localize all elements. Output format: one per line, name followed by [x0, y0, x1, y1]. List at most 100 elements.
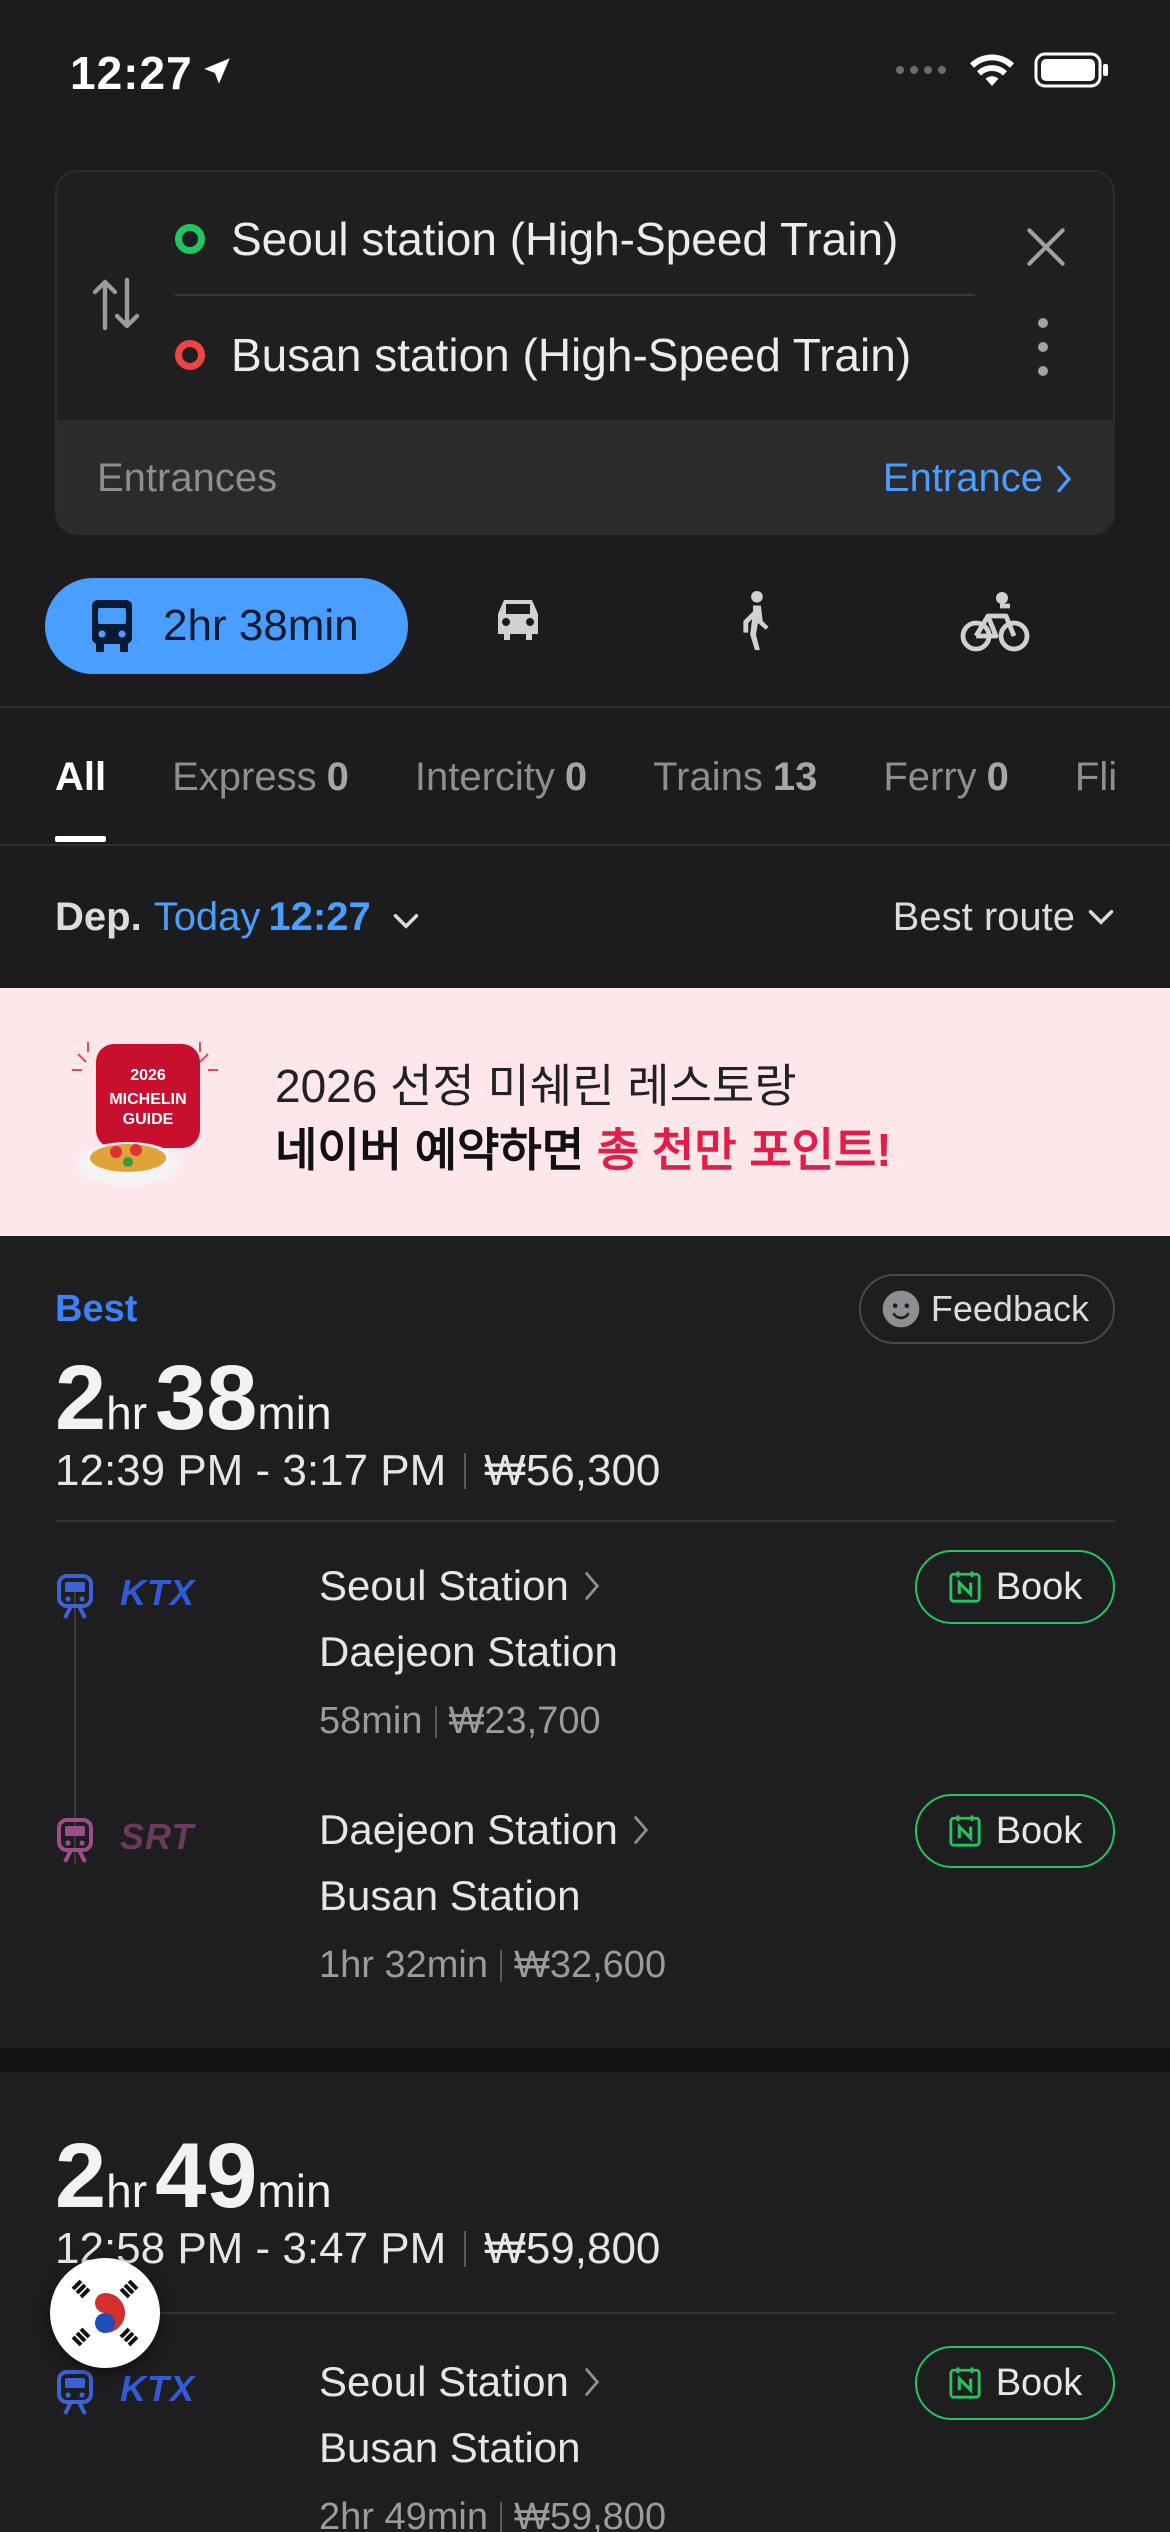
entrances-label: Entrances — [97, 456, 278, 500]
tab-intercity[interactable]: Intercity 0 — [415, 712, 587, 842]
best-badge: Best — [55, 1288, 138, 1330]
leg-to: Daejeon Station — [319, 1628, 618, 1675]
close-icon[interactable] — [1021, 222, 1071, 277]
leg-from-label: Seoul Station — [319, 2358, 569, 2405]
total-fare: ₩59,800 — [484, 2224, 661, 2273]
total-duration: 2hr38min — [55, 1346, 340, 1451]
duration-minutes: 49 — [155, 2125, 258, 2227]
leg-to: Busan Station — [319, 1872, 581, 1919]
duration-minutes-unit: min — [257, 1387, 332, 1439]
badge-line1: MICHELIN — [109, 1091, 186, 1108]
total-duration: 2hr49min — [55, 2124, 340, 2229]
tab-ferry-label: Ferry — [883, 754, 977, 799]
chevron-down-icon — [393, 913, 419, 929]
michelin-guide-badge: 2026 MICHELIN GUIDE — [58, 1024, 238, 1204]
banner-line2: 네이버 예약하면 총 천만 포인트! — [275, 1114, 892, 1180]
korea-flag-icon — [59, 2267, 151, 2359]
book-button[interactable]: Book — [915, 1794, 1115, 1868]
card-divider — [55, 2312, 1115, 2314]
tab-express[interactable]: Express 0 — [172, 712, 349, 842]
train-icon — [57, 1574, 93, 1619]
route-leg: KTX Seoul Station Busan Station 2hr 49mi… — [55, 2346, 1115, 2532]
bicycle-icon[interactable] — [960, 590, 1030, 657]
destination-marker-icon — [175, 340, 205, 370]
book-button[interactable]: Book — [915, 1550, 1115, 1624]
time-range: 12:39 PM - 3:17 PM — [55, 1446, 447, 1495]
destination-label: Busan station (High-Speed Train) — [231, 329, 912, 381]
wifi-icon — [970, 54, 1014, 86]
more-options-icon[interactable] — [1037, 317, 1049, 382]
book-button[interactable]: Book — [915, 2346, 1115, 2420]
leg-from[interactable]: Daejeon Station — [319, 1806, 650, 1854]
entrance-link[interactable]: Entrance — [883, 456, 1073, 501]
chevron-right-icon — [1057, 465, 1072, 492]
feedback-label: Feedback — [930, 1288, 1089, 1329]
language-flag-button[interactable] — [50, 2258, 160, 2368]
tab-trains[interactable]: Trains 13 — [653, 712, 817, 842]
tab-all[interactable]: All — [55, 712, 107, 842]
status-time: 12:27 — [70, 47, 193, 99]
tab-flights-label: Fli — [1074, 754, 1118, 799]
sort-selector[interactable]: Best route — [893, 895, 1115, 940]
leg-to: Busan Station — [319, 2424, 581, 2471]
leg-from[interactable]: Seoul Station — [319, 2358, 601, 2406]
tab-flights[interactable]: Fli — [1075, 712, 1117, 842]
leg-duration: 1hr 32min — [319, 1944, 488, 1986]
tab-all-label: All — [55, 754, 107, 799]
book-label: Book — [995, 2361, 1083, 2404]
destination-field[interactable]: Busan station (High-Speed Train) — [175, 300, 975, 410]
tab-intercity-label: Intercity — [414, 754, 555, 799]
time-range-row: 12:39 PM - 3:17 PM ₩56,300 — [55, 1446, 660, 1496]
route-type-tabs: All Express 0 Intercity 0 Trains 13 Ferry 0 … — [0, 712, 1170, 842]
leg-meta: 2hr 49min ₩59,800 — [319, 2496, 666, 2532]
duration-minutes-unit: min — [257, 2165, 332, 2217]
total-fare: ₩56,300 — [484, 1446, 661, 1495]
departure-time-selector[interactable]: Dep. Today 12:27 — [55, 895, 420, 940]
route-result-card[interactable]: Best Feedback 2hr38min 12:39 PM - 3:17 P… — [0, 1238, 1170, 2048]
route-divider — [175, 294, 975, 296]
tab-express-label: Express — [172, 754, 317, 799]
walk-icon[interactable] — [735, 590, 775, 657]
origin-marker-icon — [175, 224, 205, 254]
leg-from-label: Seoul Station — [319, 1562, 569, 1609]
travel-mode-bar: 2hr 38min — [0, 570, 1170, 680]
transit-mode-button[interactable]: 2hr 38min — [45, 578, 408, 674]
route-leg: KTX Seoul Station Daejeon Station 58min ₩… — [55, 1550, 1115, 1762]
ktx-logo: KTX — [120, 1572, 195, 1613]
bus-icon — [92, 600, 132, 652]
tab-ferry[interactable]: Ferry 0 — [883, 712, 1009, 842]
leg-from[interactable]: Seoul Station — [319, 1562, 601, 1610]
origin-field[interactable]: Seoul station (High-Speed Train) — [175, 184, 975, 294]
duration-hours-unit: hr — [106, 2165, 148, 2217]
location-arrow-icon — [200, 54, 234, 93]
card-separator — [0, 2048, 1170, 2072]
chevron-right-icon — [634, 1816, 649, 1844]
srt-logo: SRT — [120, 1816, 195, 1857]
car-icon[interactable] — [488, 590, 548, 651]
signal-icon — [896, 66, 946, 74]
feedback-button[interactable]: Feedback — [858, 1274, 1115, 1344]
smile-icon — [882, 1290, 920, 1328]
promo-banner[interactable]: 2026 MICHELIN GUIDE 2026 선정 미쉐린 레스토랑 네이버… — [0, 988, 1170, 1236]
entrance-link-label: Entrance — [882, 456, 1043, 500]
status-indicators — [894, 52, 1110, 88]
banner-highlight: 총 천만 포인트! — [596, 1124, 892, 1176]
departure-row: Dep. Today 12:27 Best route — [0, 848, 1170, 986]
leg-duration: 58min — [319, 1700, 423, 1742]
tab-express-count: 0 — [326, 754, 349, 799]
sort-label: Best route — [892, 894, 1075, 939]
badge-year: 2026 — [130, 1067, 166, 1084]
tab-ferry-count: 0 — [986, 754, 1009, 799]
duration-minutes: 38 — [155, 1347, 258, 1449]
leg-duration: 2hr 49min — [319, 2496, 488, 2532]
route-input-panel: Seoul station (High-Speed Train) Busan s… — [55, 170, 1115, 535]
train-icon — [57, 2370, 93, 2415]
duration-hours: 2 — [55, 2125, 107, 2227]
route-leg: SRT Daejeon Station Busan Station 1hr 32… — [55, 1794, 1115, 2006]
swap-direction-icon[interactable] — [91, 272, 141, 341]
modes-divider — [0, 706, 1170, 708]
route-result-card[interactable]: 2hr49min 12:58 PM - 3:47 PM ₩59,800 KTX S… — [0, 2072, 1170, 2532]
badge-line2: GUIDE — [123, 1111, 174, 1128]
ktx-logo: KTX — [120, 2368, 195, 2409]
tab-intercity-count: 0 — [564, 754, 588, 799]
